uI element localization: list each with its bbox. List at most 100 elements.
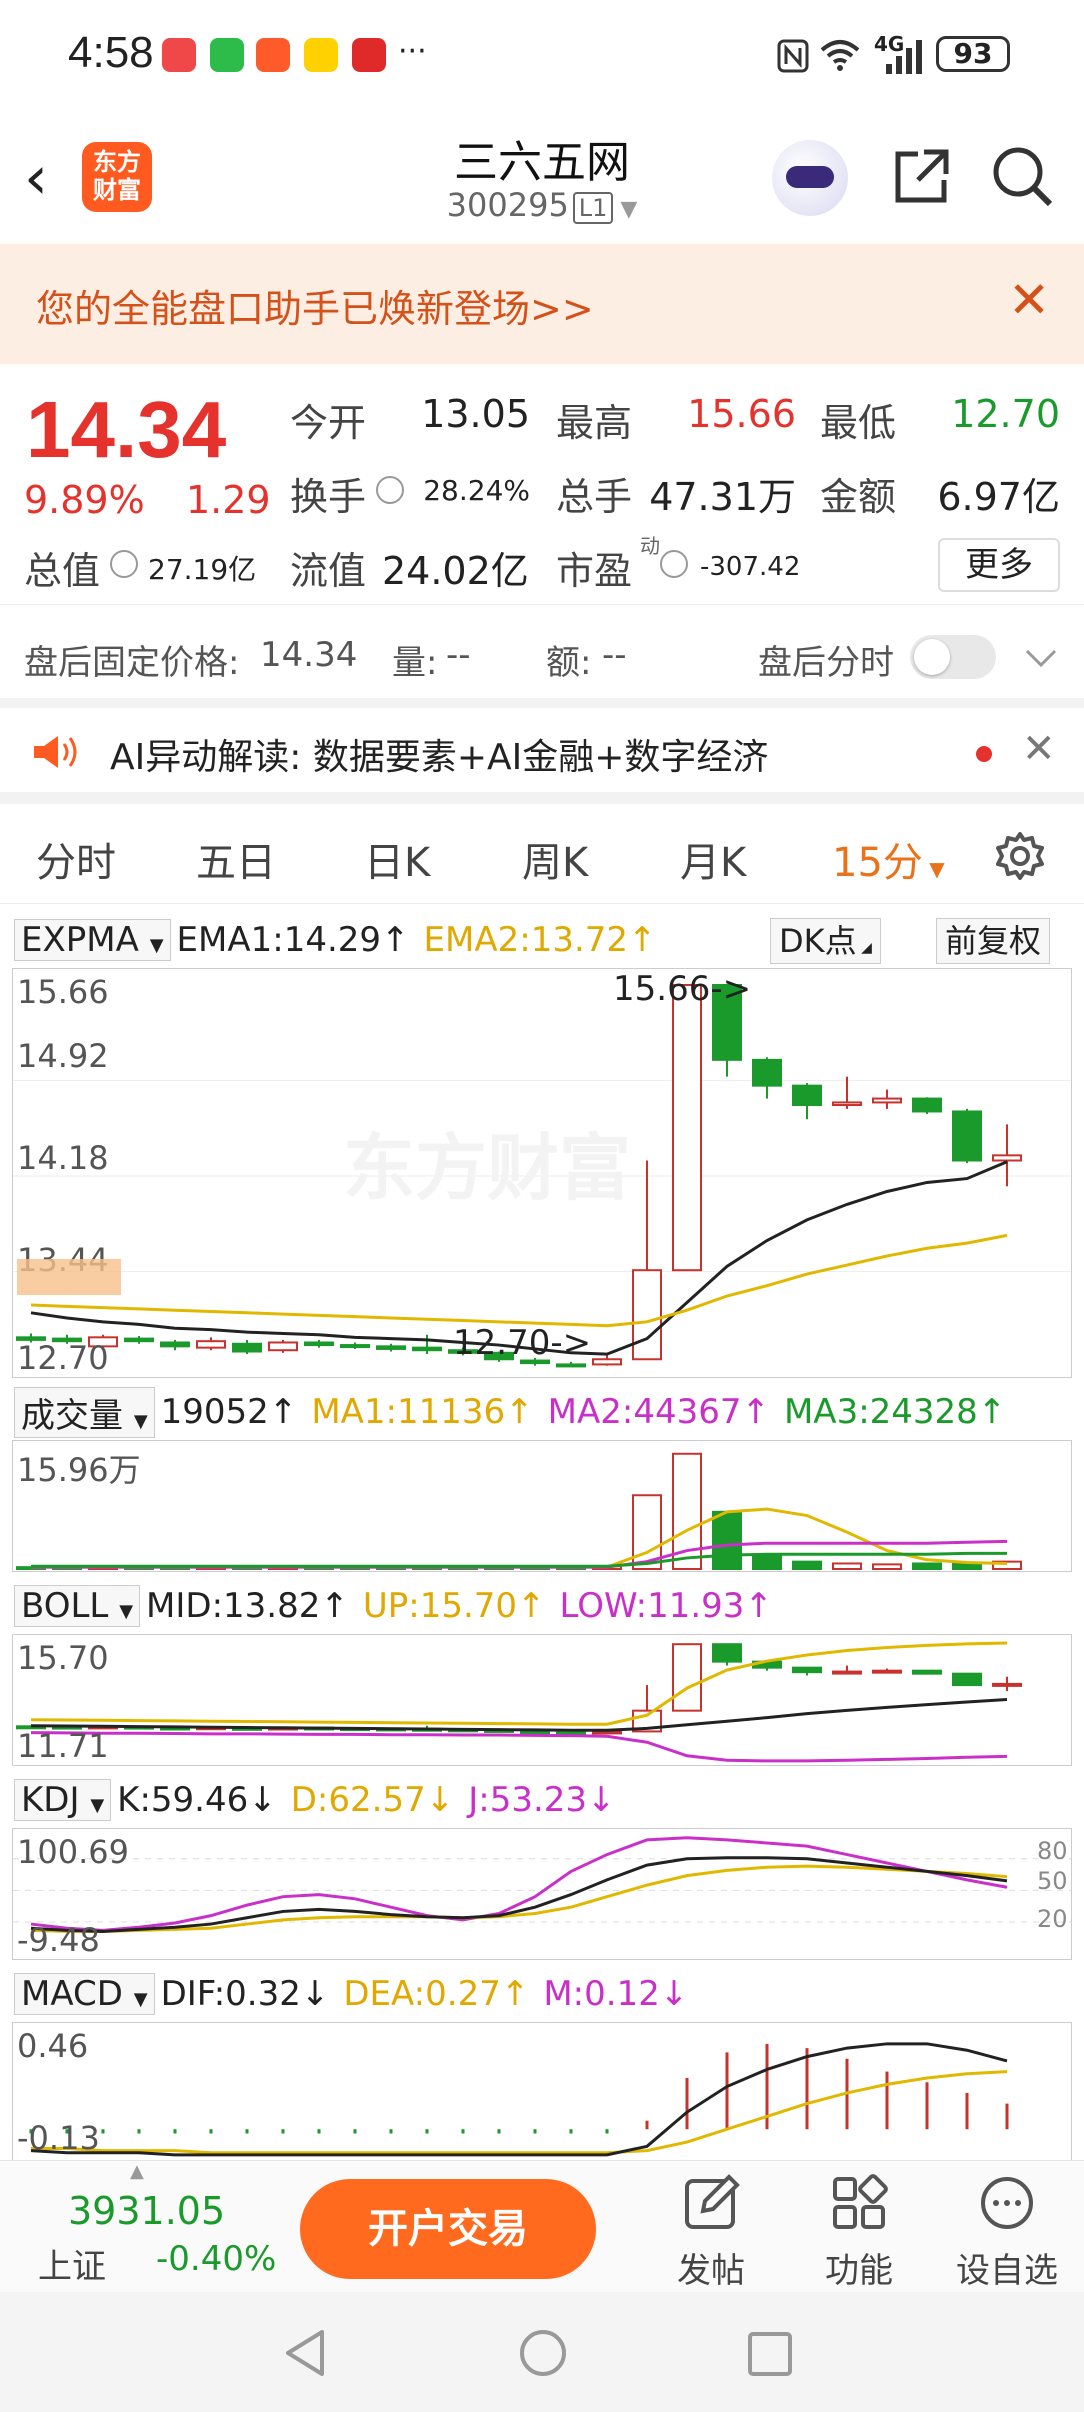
kdj-j: J:53.23↓	[468, 1780, 616, 1820]
pe-sup: 动	[640, 534, 660, 558]
low-value: 12.70	[951, 392, 1060, 436]
candlestick-panel[interactable]: 东方财富 15.66 14.92 14.18 13.44 12.70 15.66…	[12, 968, 1072, 1378]
banner-text[interactable]: 您的全能盘口助手已焕新登场>>	[36, 278, 594, 333]
close-icon[interactable]: ✕	[1008, 272, 1050, 328]
edit-icon	[685, 2174, 740, 2229]
speaker-icon	[34, 736, 77, 768]
signal-icon	[886, 40, 922, 74]
function-button[interactable]: 功能	[804, 2171, 914, 2292]
tab-month-k[interactable]: 月K	[680, 830, 746, 888]
volume-bar	[752, 1555, 782, 1570]
boll-candle-body	[672, 1643, 702, 1712]
volume-bar	[792, 1560, 822, 1570]
kdj-panel[interactable]: 100.69 -9.48 80 50 20	[12, 1828, 1072, 1960]
after-hours-toggle[interactable]	[910, 635, 996, 679]
volume-bar	[952, 1562, 982, 1570]
boll-candle-body	[992, 1682, 1022, 1687]
quote-panel: 14.34 9.89% 1.29 今开 13.05 最高 15.66 最低 12…	[0, 364, 1084, 604]
kdj-indicator-select[interactable]: KDJ ▼	[14, 1779, 112, 1821]
open-account-trade-button[interactable]: 开户交易	[300, 2179, 596, 2279]
tab-15min[interactable]: 15分 ▼	[832, 830, 945, 888]
macd-dif: DIF:0.32↓	[160, 1974, 330, 2014]
pe-value: -307.42	[700, 552, 801, 582]
nav-recent-icon[interactable]	[746, 2330, 794, 2378]
volume-bar	[912, 1562, 942, 1570]
share-icon[interactable]	[890, 144, 954, 208]
promo-banner[interactable]: 您的全能盘口助手已焕新登场>> ✕	[0, 244, 1084, 364]
tab-15min-label: 15分	[832, 840, 923, 886]
chevron-down-icon[interactable]	[1024, 647, 1058, 669]
volume-indicator-select[interactable]: 成交量 ▼	[14, 1386, 155, 1438]
ai-assistant-icon[interactable]	[772, 140, 848, 216]
turnover-value: 28.24%	[423, 474, 530, 507]
volume-indicator-row: 成交量 ▼ 19052↑ MA1:11136↑ MA2:44367↑ MA3:2…	[14, 1386, 1006, 1438]
caret-down-icon: ▼	[133, 1410, 148, 1432]
caret-down-icon: ▼	[133, 1989, 148, 2010]
boll-indicator-select[interactable]: BOLL ▼	[14, 1585, 141, 1627]
tab-day-k[interactable]: 日K	[364, 830, 430, 888]
vol-ma1-line	[31, 1507, 1008, 1569]
boll-candle-body	[952, 1672, 982, 1687]
info-icon[interactable]	[660, 550, 688, 578]
after-price-label: 盘后固定价格:	[24, 643, 240, 683]
volume-bar	[712, 1510, 742, 1570]
period-tabs: 分时 五日 日K 周K 月K 15分 ▼	[0, 804, 1084, 904]
boll-candle-body	[712, 1643, 742, 1663]
stock-header: ‹ 东方财富 三六五网 300295 L1 ▼	[0, 112, 1084, 244]
ai-insight-bar[interactable]: AI异动解读: 数据要素+AI金融+数字经济 ✕	[0, 708, 1084, 804]
index-name[interactable]: 上证	[38, 2239, 106, 2288]
tab-5day[interactable]: 五日	[196, 830, 276, 888]
index-value[interactable]: 3931.05	[68, 2189, 225, 2233]
search-icon[interactable]	[988, 142, 1056, 210]
post-button[interactable]: 发帖	[656, 2171, 766, 2292]
post-label: 发帖	[677, 2251, 745, 2291]
macd-dea-line	[31, 2070, 1008, 2155]
after-vol-label: 量:	[392, 643, 438, 683]
macd-dea: DEA:0.27↑	[343, 1974, 530, 2014]
high-value: 15.66	[687, 392, 796, 436]
boll-mid-line	[30, 1698, 1008, 1732]
boll-indicator-name: BOLL	[21, 1586, 109, 1626]
boll-candle-body	[832, 1670, 862, 1675]
dk-point-button[interactable]: DK点 ◢	[770, 918, 881, 964]
candle-body	[912, 1097, 942, 1113]
info-icon[interactable]	[110, 550, 138, 578]
main-indicator-select[interactable]: EXPMA ▼	[14, 919, 171, 961]
add-watchlist-button[interactable]: 设自选	[952, 2171, 1062, 2292]
tab-timeshare[interactable]: 分时	[36, 830, 116, 888]
candle-body	[124, 1337, 154, 1343]
last-price: 14.34	[26, 385, 227, 474]
nav-back-icon[interactable]	[282, 2328, 330, 2378]
boll-mid: MID:13.82↑	[146, 1586, 349, 1626]
axis-2: 14.92	[17, 1037, 109, 1075]
huawei-mall-icon	[162, 38, 196, 72]
adjust-button[interactable]: 前复权	[936, 918, 1051, 964]
boll-candle-body	[792, 1666, 822, 1674]
candle-body	[832, 1101, 862, 1107]
tab-week-k[interactable]: 周K	[522, 830, 588, 888]
index-change[interactable]: -0.40%	[156, 2239, 276, 2279]
after-amt: --	[602, 635, 627, 675]
macd-panel[interactable]: 0.46 -0.13	[12, 2022, 1072, 2160]
candle-body	[592, 1358, 622, 1366]
macd-indicator-select[interactable]: MACD ▼	[14, 1973, 155, 2015]
boll-indicator-row: BOLL ▼ MID:13.82↑ UP:15.70↑ LOW:11.93↑	[14, 1580, 773, 1632]
boll-candle-body	[872, 1669, 902, 1674]
macd-dif-line	[30, 2042, 1008, 2157]
ai-insight-text[interactable]: AI异动解读: 数据要素+AI金融+数字经济	[110, 728, 768, 780]
boll-panel[interactable]: 15.70 11.71	[12, 1634, 1072, 1766]
kdj-j-line	[30, 1836, 1008, 1932]
high-label: 最高	[556, 401, 633, 445]
nav-home-icon[interactable]	[518, 2328, 568, 2378]
mktcap-value: 27.19亿	[148, 553, 257, 586]
change-amount: 1.29	[186, 478, 271, 522]
macd-axis-bottom: -0.13	[17, 2119, 100, 2157]
nfc-icon	[777, 39, 809, 73]
gear-icon[interactable]	[994, 830, 1046, 882]
volume-indicator-name: 成交量	[21, 1395, 123, 1436]
close-icon[interactable]: ✕	[1022, 726, 1056, 772]
more-button[interactable]: 更多	[938, 538, 1060, 592]
volume-panel[interactable]: 15.96万	[12, 1440, 1072, 1572]
signal-marker[interactable]	[17, 1259, 121, 1295]
low-label: 最低	[820, 401, 897, 445]
